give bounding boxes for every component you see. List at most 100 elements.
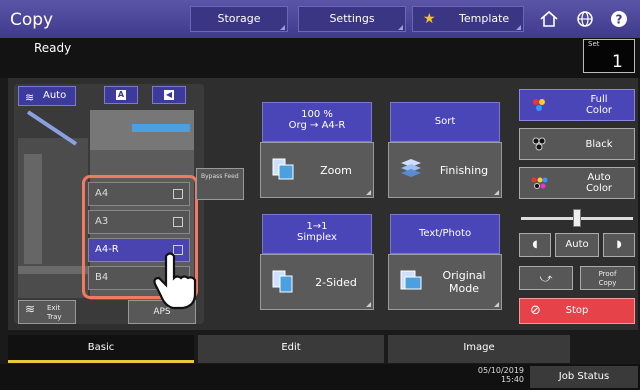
original-mode-button[interactable]: Original Mode: [388, 254, 502, 310]
darker-icon: ◗: [616, 239, 622, 250]
auto-density-button[interactable]: Auto: [555, 233, 599, 257]
auto-color-line1: Auto: [587, 172, 611, 183]
rotated-a-icon: ◀: [164, 90, 174, 100]
original-mode-label: Original Mode: [429, 255, 499, 309]
letter-a-icon: A: [116, 90, 126, 100]
finishing-button[interactable]: Finishing: [388, 142, 502, 198]
original-a-button[interactable]: A: [104, 86, 138, 104]
job-status-button[interactable]: Job Status: [530, 366, 638, 388]
date-text: 05/10/2019: [477, 366, 524, 375]
datetime: 05/10/2019 15:40: [470, 366, 524, 384]
darker-button[interactable]: ◗: [603, 233, 635, 257]
finishing-icon: [401, 159, 421, 177]
zoom-label: Zoom: [320, 163, 352, 177]
time-text: 15:40: [500, 375, 524, 384]
finishing-label: Finishing: [439, 163, 489, 177]
app-title: Copy: [10, 10, 54, 30]
exit-tray-button[interactable]: ≋ Exit Tray: [18, 300, 76, 324]
duplex-mode: 1→1: [306, 221, 328, 232]
proof-copy-line1: Proof: [598, 270, 617, 278]
full-color-line2: Color: [585, 105, 613, 116]
sort-display[interactable]: Sort: [390, 102, 500, 142]
sort-label: Sort: [434, 116, 456, 127]
interrupt-button[interactable]: ⤻: [519, 266, 573, 290]
svg-text:?: ?: [616, 13, 623, 27]
paper-stack-icon: ≋: [25, 91, 35, 104]
lighter-button[interactable]: ◖: [519, 233, 551, 257]
black-label: Black: [585, 138, 613, 150]
tab-basic-label: Basic: [87, 342, 115, 353]
tab-settings-label: Settings: [329, 12, 375, 25]
corner-arrow-icon: [366, 190, 371, 195]
proof-copy-button[interactable]: Proof Copy: [580, 266, 635, 290]
auto-color-button[interactable]: Auto Color: [519, 167, 635, 199]
density-thumb[interactable]: [573, 209, 581, 227]
stop-icon: ⊘: [530, 303, 541, 318]
corner-arrow-icon: [280, 25, 285, 30]
interrupt-icon: ⤻: [539, 271, 553, 285]
duplex-display[interactable]: 1→1 Simplex: [262, 214, 372, 254]
auto-color-label: Auto Color: [566, 168, 632, 198]
job-status-label: Job Status: [558, 371, 610, 382]
original-mode-line1: Original: [442, 269, 486, 282]
pointing-hand-icon: [153, 252, 197, 310]
image-mode-label: Text/Photo: [418, 228, 472, 239]
set-label: Set: [588, 40, 600, 48]
help-icon[interactable]: ?: [608, 10, 630, 30]
tab-edit-label: Edit: [281, 342, 301, 353]
tab-template-label: Template: [459, 12, 510, 25]
bypass-feed-button[interactable]: Bypass Feed: [196, 168, 244, 200]
full-color-line1: Full: [590, 94, 608, 105]
zoom-paper: Org → A4-R: [288, 120, 346, 131]
bypass-label: Bypass Feed: [201, 173, 239, 180]
corner-arrow-icon: [494, 302, 499, 307]
auto-color-icon: [531, 177, 548, 189]
zoom-button[interactable]: Zoom: [260, 142, 374, 198]
black-icon: [532, 137, 546, 151]
proof-copy-line2: Copy: [598, 279, 617, 287]
full-color-icon: [533, 99, 545, 111]
exit-tray-label: Exit Tray: [47, 304, 62, 321]
tab-basic[interactable]: Basic: [8, 335, 194, 363]
full-color-button[interactable]: Full Color: [519, 89, 635, 121]
star-icon: ★: [423, 11, 436, 27]
auto-original-button[interactable]: ≋ Auto: [18, 86, 76, 106]
status-strip: [0, 38, 640, 78]
zoom-ratio-display[interactable]: 100 % Org → A4-R: [262, 102, 372, 142]
zoom-icon: [272, 158, 294, 180]
original-mode-icon: [400, 270, 422, 290]
black-button[interactable]: Black: [519, 128, 635, 160]
two-sided-button[interactable]: 2-Sided: [260, 254, 374, 310]
tab-storage[interactable]: Storage: [190, 6, 288, 32]
density-slider[interactable]: [521, 208, 633, 227]
corner-arrow-icon: [366, 302, 371, 307]
two-sided-icon: [272, 270, 293, 293]
auto-label: Auto: [43, 90, 67, 101]
corner-arrow-icon: [494, 190, 499, 195]
two-sided-label: 2-Sided: [315, 275, 357, 289]
globe-icon[interactable]: [574, 10, 596, 30]
corner-arrow-icon: [516, 25, 521, 30]
exit-tray-icon: ≋: [25, 302, 36, 316]
image-mode-display[interactable]: Text/Photo: [390, 214, 500, 254]
tab-settings[interactable]: Settings: [298, 6, 406, 32]
stop-label: Stop: [565, 305, 589, 316]
stop-button[interactable]: ⊘ Stop: [519, 298, 635, 324]
tab-image[interactable]: Image: [388, 335, 570, 363]
tab-template[interactable]: ★ Template: [412, 6, 524, 32]
set-value: 1: [612, 52, 623, 72]
home-icon[interactable]: [538, 10, 560, 30]
original-rotated-button[interactable]: ◀: [152, 86, 186, 104]
machine-status: Ready: [34, 41, 72, 55]
auto-color-line2: Color: [585, 183, 613, 194]
lighter-icon: ◖: [532, 239, 538, 250]
full-color-label: Full Color: [566, 90, 632, 120]
zoom-percent: 100 %: [301, 109, 333, 120]
tab-edit[interactable]: Edit: [198, 335, 384, 363]
auto-density-label: Auto: [565, 239, 589, 250]
duplex-text: Simplex: [297, 232, 337, 243]
corner-arrow-icon: [398, 25, 403, 30]
tab-image-label: Image: [463, 342, 495, 353]
tab-storage-label: Storage: [217, 12, 261, 25]
original-mode-line2: Mode: [449, 282, 479, 295]
